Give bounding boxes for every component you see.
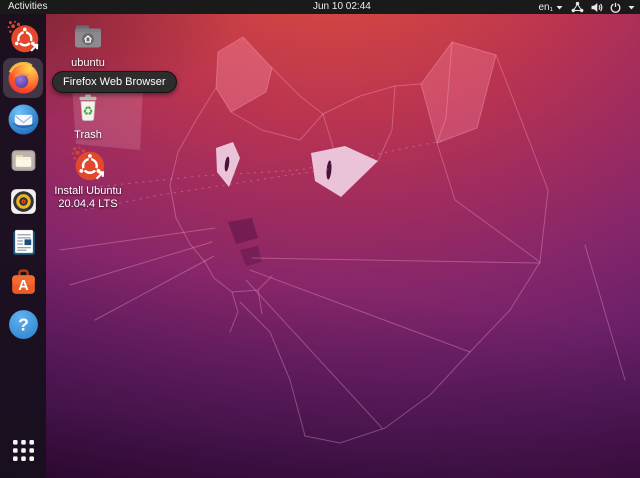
install-label-line2: 20.04.4 LTS [58,198,118,210]
dock-item-rhythmbox[interactable] [3,181,43,221]
ubuntu-installer-icon [7,20,39,53]
svg-text:?: ? [18,314,29,334]
tooltip-text: Firefox Web Browser [63,76,166,88]
svg-text:♻: ♻ [83,104,94,118]
files-icon [11,149,35,171]
ubuntu-installer-icon [71,146,105,181]
activities-button[interactable]: Activities [8,0,47,14]
power-icon [610,2,621,13]
desktop-icon-label: ubuntu [71,57,105,69]
desktop-icon-label: Install Ubuntu 20.04.4 LTS [54,185,121,211]
svg-text:A: A [18,278,29,294]
ubuntu-software-icon: A [11,268,35,294]
top-bar: Activities Jun 10 02:44 en₁ [0,0,640,14]
dock-item-help[interactable]: ? [3,304,43,344]
clock[interactable]: Jun 10 02:44 [313,0,371,14]
dropdown-caret-icon [628,5,635,9]
system-menu[interactable] [571,1,635,13]
dock-item-files[interactable] [3,140,43,180]
dock-item-thunderbird[interactable] [3,99,43,139]
input-source-label: en₁ [538,1,554,13]
desktop-icon-label: Trash [74,129,102,141]
dock-item-ubuntu-software[interactable]: A [3,263,43,303]
dock-item-install-ubuntu[interactable] [3,17,43,57]
home-folder-icon [75,25,101,48]
rhythmbox-icon [10,188,36,214]
help-icon: ? [8,309,38,339]
firefox-tooltip: Firefox Web Browser [52,71,177,93]
dock-item-show-applications[interactable] [3,430,43,470]
input-source-indicator[interactable]: en₁ [539,2,564,13]
thunderbird-icon [8,104,38,134]
libreoffice-writer-icon [12,229,35,255]
trash-icon: ♻ [79,94,97,121]
volume-icon [591,2,603,12]
ubuntu-desktop: Activities Jun 10 02:44 en₁ A ? ubuntu ♻… [0,0,640,478]
firefox-icon [8,61,38,93]
install-label-line1: Install Ubuntu [54,185,122,197]
dock-item-firefox[interactable] [3,58,43,98]
network-icon [571,1,584,13]
dock: A ? [0,14,46,478]
desktop-icon-install-ubuntu[interactable]: Install Ubuntu 20.04.4 LTS [48,145,128,211]
chevron-down-icon [556,5,563,9]
desktop-icon-home-folder[interactable]: ubuntu [48,19,128,70]
dock-item-libreoffice-writer[interactable] [3,222,43,262]
desktop-icon-trash[interactable]: ♻ Trash [48,91,128,142]
show-applications-icon [12,439,34,461]
